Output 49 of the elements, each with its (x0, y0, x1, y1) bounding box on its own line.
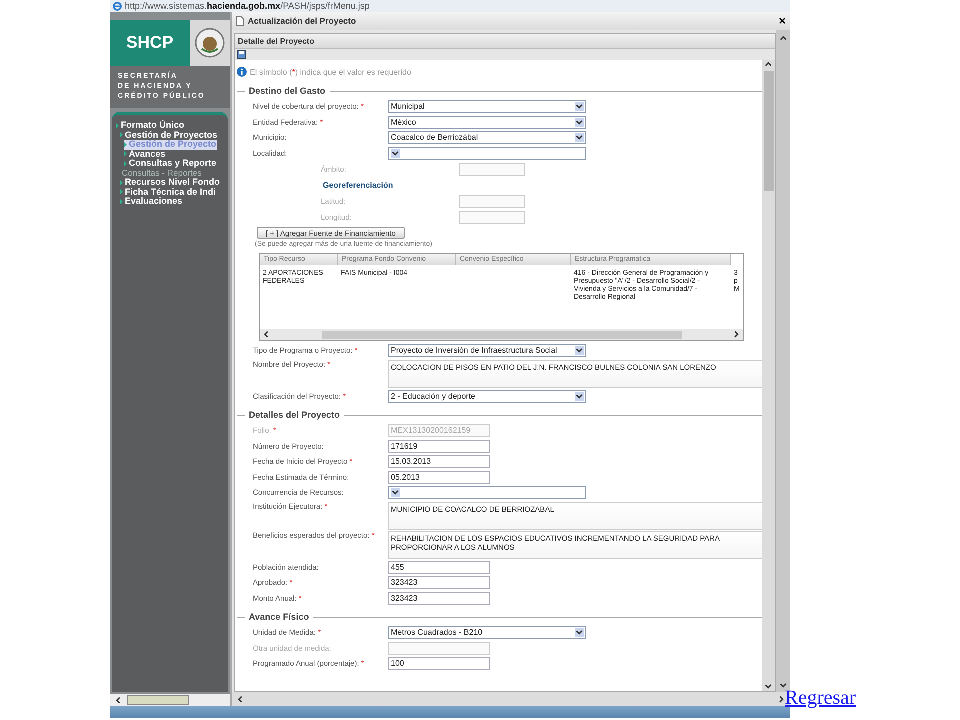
chevron-up-icon[interactable] (764, 60, 773, 69)
dropdown[interactable]: Coacalco de Berriozábal (388, 131, 586, 144)
chevron-down-icon[interactable] (575, 628, 584, 638)
scrollbar-thumb[interactable] (764, 71, 774, 191)
chevron-right-icon[interactable] (777, 694, 786, 704)
page-icon (236, 16, 244, 26)
input-field[interactable]: 15.03.2013 (388, 455, 490, 468)
seal-icon (194, 27, 226, 59)
info-icon (237, 67, 247, 77)
section-title: Avance Físico (249, 612, 310, 622)
menu-item[interactable]: Evaluaciones (120, 197, 228, 206)
required-note: El símbolo (*) indica que el valor es requerido (250, 68, 412, 76)
input-field[interactable]: 171619 (388, 440, 490, 453)
dropdown[interactable]: México (388, 116, 586, 129)
logo: SHCP (110, 20, 190, 66)
back-link[interactable]: Regresar (785, 687, 856, 710)
menu-item[interactable]: Recursos Nivel Fondo (120, 178, 228, 188)
close-button[interactable]: × (778, 15, 786, 27)
chevron-left-icon[interactable] (114, 696, 123, 704)
chevron-up-icon[interactable] (778, 34, 788, 43)
input-field[interactable]: 05.2013 (388, 470, 490, 484)
chevron-down-icon[interactable] (575, 346, 584, 356)
save-icon[interactable] (237, 50, 246, 59)
chevron-down-icon[interactable] (391, 148, 400, 158)
menu-item[interactable]: Consultas y Reporte (124, 159, 228, 168)
panel-title: Detalle del Proyecto (235, 34, 775, 49)
input-field[interactable]: 100 (388, 657, 490, 670)
dropdown[interactable]: Metros Cuadrados - B210 (388, 626, 586, 640)
dropdown[interactable]: Proyecto de Inversión de Infraestructura Social (388, 344, 586, 358)
chevron-right-icon[interactable] (732, 330, 741, 339)
dialog-title: Actualización del Proyecto (248, 16, 358, 26)
input-field[interactable]: 323423 (388, 592, 490, 605)
subheading: Georeferenciación (323, 180, 394, 190)
dropdown[interactable]: Municipal (388, 100, 586, 114)
dropdown[interactable]: 2 - Educación y deporte (388, 390, 586, 403)
browser-icon (113, 2, 122, 10)
input-field[interactable]: 455 (388, 560, 490, 574)
menu-item[interactable]: Formato Único (116, 121, 228, 130)
menu-item[interactable]: Ficha Técnica de Indi (120, 188, 228, 197)
scrollbar-thumb[interactable] (322, 330, 682, 338)
chevron-left-icon[interactable] (236, 694, 245, 704)
chevron-down-icon[interactable] (575, 392, 584, 401)
chevron-left-icon[interactable] (262, 330, 271, 339)
chevron-down-icon[interactable] (391, 488, 400, 498)
scrollbar-thumb[interactable] (127, 695, 189, 705)
section-title: Destino del Gasto (249, 86, 326, 96)
menu-item[interactable]: Avances (124, 150, 228, 159)
input-field[interactable]: 323423 (388, 576, 490, 590)
section-title: Detalles del Proyecto (249, 410, 340, 420)
